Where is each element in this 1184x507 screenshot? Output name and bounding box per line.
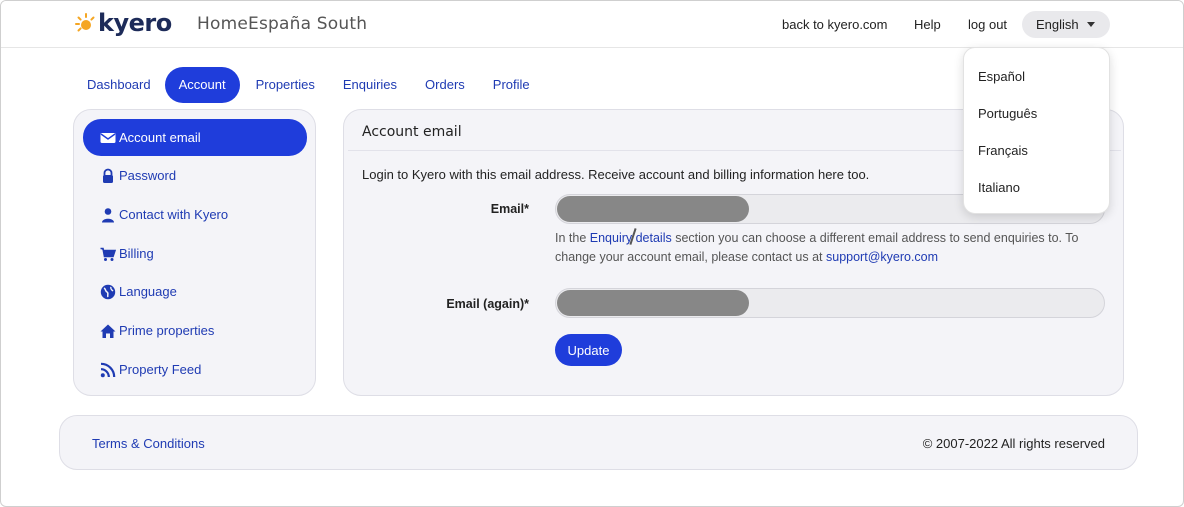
language-option-it[interactable]: Italiano	[978, 180, 1020, 195]
sidebar-item-account-email[interactable]: Account email	[83, 119, 307, 156]
sidebar-item-label: Language	[119, 284, 177, 299]
redacted-value	[557, 290, 749, 316]
rss-icon	[99, 361, 117, 379]
user-icon	[99, 206, 117, 224]
agency-name: HomeEspaña South	[197, 14, 368, 34]
sidebar-item-label: Contact with Kyero	[119, 207, 229, 222]
update-button[interactable]: Update	[555, 334, 622, 366]
home-icon	[99, 322, 117, 340]
tab-orders[interactable]: Orders	[411, 67, 479, 103]
sidebar-item-label: Prime properties	[119, 323, 215, 338]
back-to-kyero-link[interactable]: back to kyero.com	[782, 17, 888, 32]
cart-icon	[99, 245, 117, 263]
sidebar-item-language[interactable]: Language	[83, 273, 307, 310]
email-again-label: Email (again)*	[446, 297, 529, 311]
sidebar-item-password[interactable]: Password	[83, 157, 307, 194]
redacted-value	[557, 196, 749, 222]
sidebar-item-prime-properties[interactable]: Prime properties	[83, 312, 307, 349]
tab-properties[interactable]: Properties	[240, 67, 329, 103]
sun-logo-icon	[75, 13, 95, 32]
top-header: kyero HomeEspaña South back to kyero.com…	[1, 1, 1183, 48]
copyright-text: © 2007-2022 All rights reserved	[922, 436, 1105, 451]
panel-title: Account email	[362, 124, 462, 140]
email-hint: In the Enquiry details section you can c…	[555, 229, 1115, 267]
sidebar-item-billing[interactable]: Billing	[83, 235, 307, 272]
sidebar-item-label: Account email	[119, 130, 201, 145]
lock-icon	[99, 167, 117, 185]
language-option-fr[interactable]: Français	[978, 143, 1028, 158]
sidebar-item-label: Password	[119, 168, 177, 183]
kyero-logo[interactable]: kyero	[75, 10, 172, 36]
language-option-es[interactable]: Español	[978, 69, 1025, 84]
support-email-link[interactable]: support@kyero.com	[826, 250, 938, 264]
envelope-icon	[99, 129, 117, 147]
hint-text-before: In the	[555, 231, 590, 245]
globe-icon	[99, 283, 117, 301]
tab-profile[interactable]: Profile	[479, 67, 544, 103]
language-option-pt[interactable]: Português	[978, 106, 1037, 121]
email-label: Email*	[490, 202, 529, 216]
panel-description: Login to Kyero with this email address. …	[362, 167, 870, 182]
main-tabs: Dashboard Account Properties Enquiries O…	[73, 67, 544, 103]
email-again-field[interactable]	[555, 288, 1105, 318]
browser-frame: kyero HomeEspaña South back to kyero.com…	[0, 0, 1184, 507]
sidebar-item-label: Billing	[119, 246, 154, 261]
logo-text: kyero	[98, 9, 172, 37]
sidebar-item-label: Property Feed	[119, 362, 202, 377]
help-link[interactable]: Help	[914, 17, 941, 32]
language-selector[interactable]: English	[1022, 11, 1110, 38]
account-sidebar: Account email Password Contact with Kyer…	[73, 109, 316, 396]
terms-link[interactable]: Terms & Conditions	[92, 436, 205, 451]
tab-dashboard[interactable]: Dashboard	[73, 67, 165, 103]
tab-enquiries[interactable]: Enquiries	[329, 67, 411, 103]
caret-down-icon	[1086, 22, 1095, 27]
tab-account[interactable]: Account	[164, 67, 240, 103]
language-dropdown: Español Português Français Italiano	[963, 47, 1110, 214]
sidebar-item-contact[interactable]: Contact with Kyero	[83, 196, 307, 233]
logout-link[interactable]: log out	[968, 17, 1007, 32]
sidebar-item-property-feed[interactable]: Property Feed	[83, 351, 307, 388]
language-selected: English	[1036, 17, 1079, 32]
page-footer: Terms & Conditions © 2007-2022 All right…	[59, 415, 1138, 470]
